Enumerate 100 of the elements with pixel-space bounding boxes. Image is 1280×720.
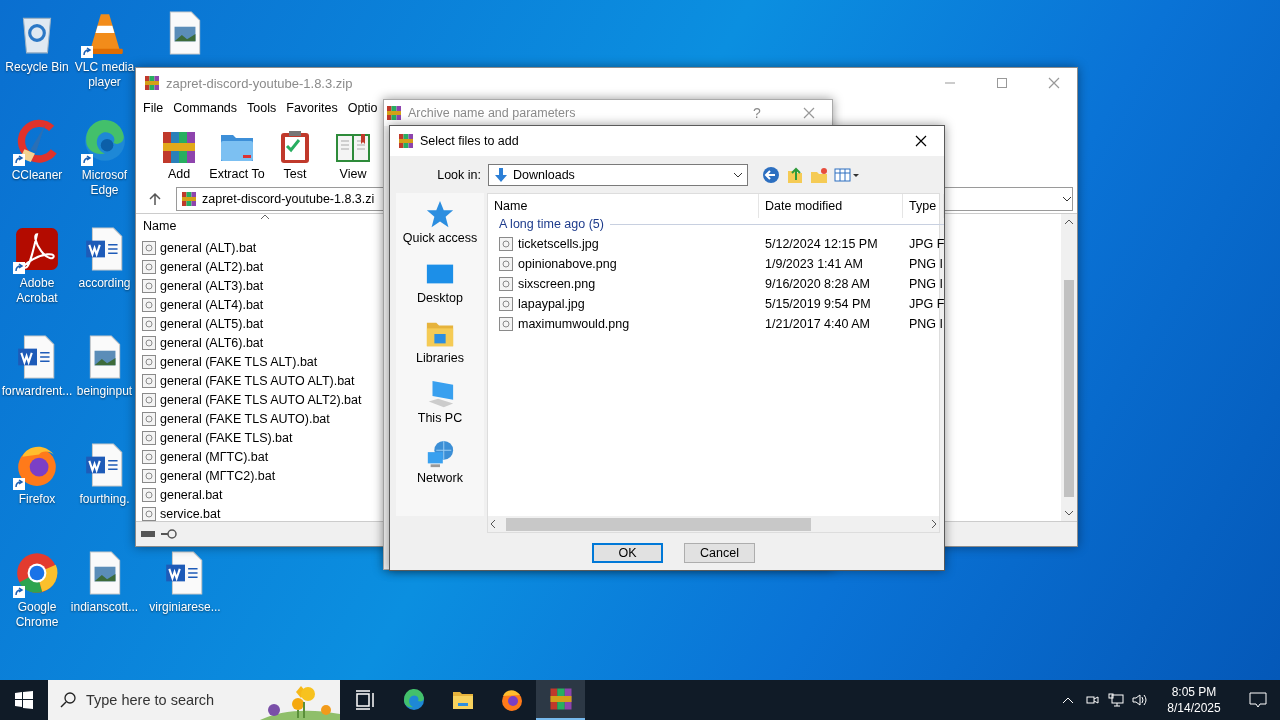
- window-title: zapret-discord-youtube-1.8.3.zip: [166, 75, 354, 91]
- pdf-icon: [14, 226, 60, 272]
- menu-item[interactable]: Favorites: [281, 100, 343, 115]
- folder-dropdown[interactable]: Downloads: [488, 164, 748, 186]
- toolbar-button[interactable]: Test: [266, 129, 324, 181]
- scrollbar[interactable]: [488, 516, 939, 532]
- image-file-icon: [498, 316, 514, 332]
- file-name[interactable]: general (ALT5).bat: [160, 316, 264, 331]
- file-name[interactable]: general (FAKE TLS AUTO ALT).bat: [160, 373, 355, 388]
- new-folder-icon[interactable]: [810, 166, 828, 184]
- toolbar-button[interactable]: View: [324, 129, 382, 181]
- column-header[interactable]: Name: [488, 194, 759, 218]
- file-name[interactable]: general (FAKE TLS AUTO).bat: [160, 411, 330, 426]
- place-item[interactable]: Quick access: [396, 199, 484, 259]
- view-menu-icon[interactable]: [834, 166, 860, 184]
- scroll-down-icon[interactable]: [1064, 508, 1074, 518]
- desktop-shortcut[interactable]: Microsof Edge: [74, 112, 135, 220]
- place-item[interactable]: This PC: [396, 379, 484, 439]
- desktop-shortcut[interactable]: indianscott...: [70, 544, 139, 652]
- scroll-left-icon[interactable]: [488, 519, 498, 529]
- menu-item[interactable]: Optio: [342, 100, 383, 115]
- file-name[interactable]: general (FAKE TLS ALT).bat: [160, 354, 318, 369]
- desktop-shortcut[interactable]: VLC media player: [74, 4, 135, 112]
- scrollbar[interactable]: [1061, 214, 1077, 521]
- file-name[interactable]: sixscreen.png: [518, 277, 596, 291]
- download-arrow-icon: [493, 167, 509, 183]
- scroll-up-icon[interactable]: [1064, 217, 1074, 227]
- file-name[interactable]: general (ALT3).bat: [160, 278, 264, 293]
- archive-icon: [386, 105, 402, 121]
- batch-file-icon: [141, 258, 157, 275]
- file-name[interactable]: service.bat: [160, 506, 221, 521]
- desktop-shortcut[interactable]: Recycle Bin: [5, 4, 69, 112]
- up-arrow-icon[interactable]: [148, 192, 162, 206]
- camera-icon[interactable]: [1085, 693, 1099, 707]
- file-name[interactable]: maximumwould.png: [518, 317, 630, 331]
- desktop-shortcut[interactable]: CCleaner: [6, 112, 68, 220]
- scrollbar-thumb[interactable]: [506, 517, 811, 531]
- batch-file-icon: [141, 353, 157, 370]
- menu-item[interactable]: Tools: [242, 100, 282, 115]
- scroll-right-icon[interactable]: [929, 519, 939, 529]
- desktop-shortcut[interactable]: according: [74, 220, 135, 328]
- file-name[interactable]: general (МГТС2).bat: [160, 468, 276, 483]
- network-icon[interactable]: [1108, 693, 1124, 707]
- file-name[interactable]: general (ALT4).bat: [160, 297, 264, 312]
- file-name[interactable]: general (ALT6).bat: [160, 335, 264, 350]
- file-name[interactable]: general (FAKE TLS).bat: [160, 430, 293, 445]
- file-name[interactable]: ticketscells.jpg: [518, 237, 599, 251]
- type-cell: PNG I: [909, 317, 944, 331]
- batch-file-icon: [141, 296, 157, 313]
- batch-file-icon: [141, 486, 157, 503]
- file-name[interactable]: general (FAKE TLS AUTO ALT2).bat: [160, 392, 362, 407]
- column-header[interactable]: Type: [903, 194, 945, 218]
- file-name[interactable]: lapaypal.jpg: [518, 297, 585, 311]
- clock[interactable]: 8:05 PM 8/14/2025: [1152, 684, 1236, 716]
- scrollbar-thumb[interactable]: [1064, 280, 1074, 497]
- menu-item[interactable]: File: [138, 100, 169, 115]
- desktop-shortcut[interactable]: Adobe Acrobat: [0, 220, 74, 328]
- place-item[interactable]: Desktop: [396, 259, 484, 319]
- type-cell: PNG I: [909, 277, 944, 291]
- type-cell: PNG I: [909, 257, 944, 271]
- archive-icon: [548, 687, 573, 711]
- volume-icon[interactable]: [1132, 693, 1148, 707]
- place-item[interactable]: Network: [396, 439, 484, 499]
- browser-icon: [14, 550, 60, 596]
- image-file-icon: [498, 236, 514, 252]
- maximize-icon[interactable]: [997, 78, 1007, 88]
- dialog-button[interactable]: OK: [592, 543, 663, 563]
- type-cell: JPG F: [909, 237, 945, 251]
- up-folder-icon[interactable]: [786, 166, 804, 184]
- file-name[interactable]: general (ALT).bat: [160, 240, 257, 255]
- desktop-shortcut[interactable]: forwardrent...: [1, 328, 73, 436]
- date-cell: 1/9/2023 1:41 AM: [765, 257, 863, 271]
- dialog-title: Archive name and parameters: [408, 106, 577, 120]
- menu-item[interactable]: Commands: [168, 100, 243, 115]
- desktop-shortcut[interactable]: Firefox: [6, 436, 68, 544]
- help-button[interactable]: ?: [734, 105, 780, 121]
- column-header[interactable]: Date modified: [759, 194, 903, 218]
- desktop-shortcut[interactable]: beinginput: [74, 328, 135, 436]
- archive-icon: [144, 75, 160, 91]
- notification-icon[interactable]: [1249, 692, 1267, 708]
- close-icon[interactable]: [915, 135, 927, 147]
- start-icon[interactable]: [15, 691, 33, 709]
- file-name[interactable]: general (МГТС).bat: [160, 449, 269, 464]
- batch-file-icon: [141, 448, 157, 465]
- back-icon[interactable]: [762, 166, 780, 184]
- desktop-shortcut[interactable]: fourthing.: [74, 436, 135, 544]
- dialog-button[interactable]: Cancel: [684, 543, 755, 563]
- group-heading[interactable]: A long time ago (5): [499, 217, 604, 231]
- toolbar-button[interactable]: Add: [150, 129, 208, 181]
- dropdown-caret-icon: [733, 172, 743, 178]
- toolbar-button[interactable]: Extract To: [208, 129, 266, 181]
- file-name[interactable]: general (ALT2).bat: [160, 259, 264, 274]
- taskbar-button[interactable]: [536, 680, 585, 720]
- image-file-icon: [498, 276, 514, 292]
- column-header[interactable]: Name: [143, 219, 177, 233]
- place-item[interactable]: Libraries: [396, 319, 484, 379]
- chevron-up-icon[interactable]: [1062, 696, 1074, 704]
- file-name[interactable]: general.bat: [160, 487, 223, 502]
- search-field[interactable]: Type here to search: [48, 680, 340, 720]
- file-name[interactable]: opinionabove.png: [518, 257, 617, 271]
